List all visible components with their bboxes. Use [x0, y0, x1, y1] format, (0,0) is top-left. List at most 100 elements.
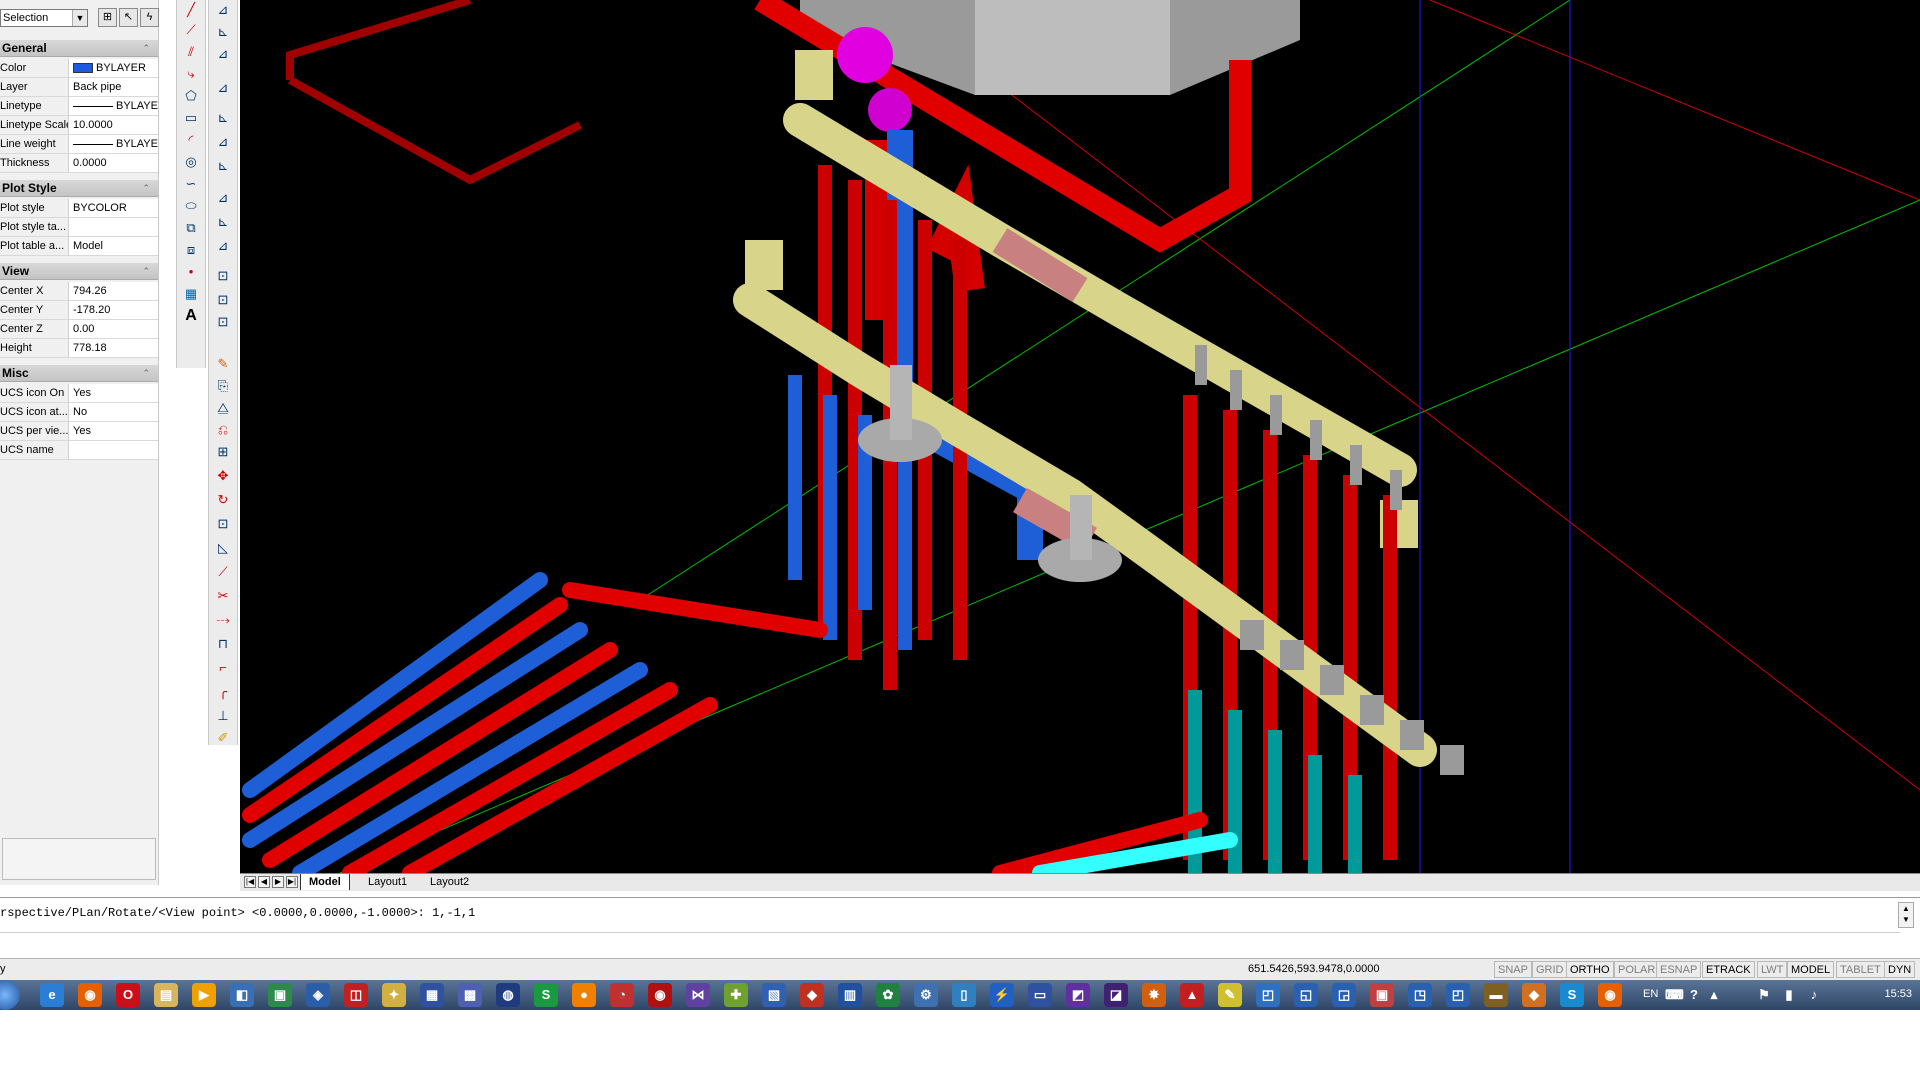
prop-row-plot-style-table[interactable]: Plot style ta...: [0, 218, 158, 237]
app-icon-8[interactable]: ●: [572, 983, 596, 1007]
extend-icon[interactable]: ⤏: [213, 610, 233, 630]
internet-explorer-icon[interactable]: e: [40, 983, 64, 1007]
prop-row-linetype[interactable]: Linetype BYLAYER: [0, 97, 158, 116]
selection-dropdown[interactable]: Selection ▼: [0, 9, 88, 27]
prop-value[interactable]: 10.0000: [69, 116, 158, 134]
file-explorer-icon[interactable]: ▤: [154, 983, 178, 1007]
insert-block-icon[interactable]: ⧉: [181, 218, 201, 238]
prop-value[interactable]: -178.20: [69, 301, 158, 319]
polar-toggle[interactable]: POLAR: [1614, 961, 1660, 978]
offset-icon[interactable]: ⎌: [213, 420, 233, 440]
skype-green-icon[interactable]: S: [534, 983, 558, 1007]
prop-row-linetype-scale[interactable]: Linetype Scale 10.0000: [0, 116, 158, 135]
move-icon[interactable]: ✥: [213, 466, 233, 486]
start-button[interactable]: [0, 980, 20, 1010]
command-input[interactable]: [0, 932, 1900, 947]
app-icon-16[interactable]: ⚙: [914, 983, 938, 1007]
show-hidden-icons-icon[interactable]: ▴: [1705, 983, 1723, 1007]
dyn-toggle[interactable]: DYN: [1884, 961, 1916, 978]
toggle-pickadd-button[interactable]: ⊞: [98, 8, 117, 27]
visual-studio-icon[interactable]: ⋈: [686, 983, 710, 1007]
prop-row-ucs-icon-at-origin[interactable]: UCS icon at... No: [0, 403, 158, 422]
last-tab-icon[interactable]: ▶|: [286, 876, 298, 888]
firefox-tray-icon[interactable]: ◉: [1598, 983, 1622, 1007]
app-icon-13[interactable]: ◆: [800, 983, 824, 1007]
center-mark-icon[interactable]: ⊡: [213, 266, 233, 286]
ordinate-dimension-icon[interactable]: ⊿: [213, 44, 233, 64]
quick-leader-icon[interactable]: ⊾: [213, 212, 233, 232]
app-icon-19[interactable]: ▭: [1028, 983, 1052, 1007]
app-icon-29[interactable]: ◳: [1408, 983, 1432, 1007]
keyboard-icon[interactable]: ⌨: [1665, 983, 1684, 1007]
collapse-icon[interactable]: ⌃: [142, 263, 150, 280]
fillet-icon[interactable]: ╭: [213, 682, 233, 702]
linear-dimension-icon[interactable]: ⊿: [213, 0, 233, 20]
prev-tab-icon[interactable]: ◀: [258, 876, 270, 888]
app-icon-12[interactable]: ▧: [762, 983, 786, 1007]
baseline-dimension-icon[interactable]: ⊾: [213, 156, 233, 176]
make-block-icon[interactable]: ⧈: [181, 240, 201, 260]
properties-match-icon[interactable]: ✐: [213, 728, 233, 748]
construction-line-icon[interactable]: ⟋: [181, 20, 201, 40]
section-view[interactable]: View ⌃: [0, 263, 158, 280]
app-icon-18[interactable]: ⚡: [990, 983, 1014, 1007]
ellipse-icon[interactable]: ⬭: [181, 196, 201, 216]
app-icon-7[interactable]: ◍: [496, 983, 520, 1007]
rectangle-icon[interactable]: ▭: [181, 108, 201, 128]
tab-layout1[interactable]: Layout1: [360, 874, 415, 890]
app-icon-26[interactable]: ◱: [1294, 983, 1318, 1007]
chamfer-icon[interactable]: ⌐: [213, 658, 233, 678]
prop-value[interactable]: Yes: [69, 384, 158, 402]
prop-row-color[interactable]: Color BYLAYER: [0, 59, 158, 78]
select-objects-button[interactable]: ↖: [119, 8, 138, 27]
prop-value[interactable]: BYLAYER: [69, 59, 158, 77]
collapse-icon[interactable]: ⌃: [142, 365, 150, 382]
polygon-icon[interactable]: ⬠: [181, 86, 201, 106]
app-icon-17[interactable]: ▯: [952, 983, 976, 1007]
prop-row-ucs-per-viewport[interactable]: UCS per vie... Yes: [0, 422, 158, 441]
point-icon[interactable]: •: [181, 262, 201, 282]
prop-value[interactable]: 0.0000: [69, 154, 158, 172]
prop-row-layer[interactable]: Layer Back pipe: [0, 78, 158, 97]
app-icon-1[interactable]: ◧: [230, 983, 254, 1007]
diameter-dimension-icon[interactable]: ⊾: [213, 108, 233, 128]
app-icon-27[interactable]: ◲: [1332, 983, 1356, 1007]
tolerance-icon[interactable]: ⊿: [213, 236, 233, 256]
prop-row-ucs-name[interactable]: UCS name: [0, 441, 158, 460]
section-plot-style[interactable]: Plot Style ⌃: [0, 180, 158, 197]
app-icon-4[interactable]: ✦: [382, 983, 406, 1007]
app-icon-32[interactable]: ◆: [1522, 983, 1546, 1007]
hatch-icon[interactable]: ▦: [181, 284, 201, 304]
prop-value[interactable]: 778.18: [69, 339, 158, 357]
snap-toggle[interactable]: SNAP: [1494, 961, 1532, 978]
app-icon-10[interactable]: ◉: [648, 983, 672, 1007]
prop-row-plot-style[interactable]: Plot style BYCOLOR: [0, 199, 158, 218]
prop-value[interactable]: Back pipe: [69, 78, 158, 96]
skype-icon[interactable]: S: [1560, 983, 1584, 1007]
esnap-toggle[interactable]: ESNAP: [1656, 961, 1702, 978]
next-tab-icon[interactable]: ▶: [272, 876, 284, 888]
app-icon-15[interactable]: ✿: [876, 983, 900, 1007]
line-icon[interactable]: ╱: [181, 0, 201, 20]
collapse-icon[interactable]: ⌃: [142, 180, 150, 197]
break-icon[interactable]: ⊓: [213, 634, 233, 654]
prop-value[interactable]: BYLAYER: [69, 97, 158, 115]
prop-row-thickness[interactable]: Thickness 0.0000: [0, 154, 158, 173]
app-icon-21[interactable]: ◪: [1104, 983, 1128, 1007]
radius-dimension-icon[interactable]: ⊿: [213, 78, 233, 98]
tab-layout2[interactable]: Layout2: [422, 874, 477, 890]
grid-toggle[interactable]: GRID: [1532, 961, 1568, 978]
taskbar-clock[interactable]: 15:53: [1884, 988, 1912, 1000]
app-icon-23[interactable]: ▲: [1180, 983, 1204, 1007]
prop-row-center-z[interactable]: Center Z 0.00: [0, 320, 158, 339]
app-icon-30[interactable]: ◰: [1446, 983, 1470, 1007]
app-icon-2[interactable]: ▣: [268, 983, 292, 1007]
multiline-text-icon[interactable]: A: [181, 306, 201, 326]
collapse-icon[interactable]: ⌃: [142, 40, 150, 57]
prop-value[interactable]: BYCOLOR: [69, 199, 158, 217]
action-center-flag-icon[interactable]: ⚑: [1755, 983, 1773, 1007]
chevron-down-icon[interactable]: ▼: [72, 10, 87, 26]
firefox-icon[interactable]: ◉: [78, 983, 102, 1007]
angular-dimension-icon[interactable]: ⊿: [213, 132, 233, 152]
command-scrollbar[interactable]: ▲ ▼: [1898, 902, 1914, 928]
